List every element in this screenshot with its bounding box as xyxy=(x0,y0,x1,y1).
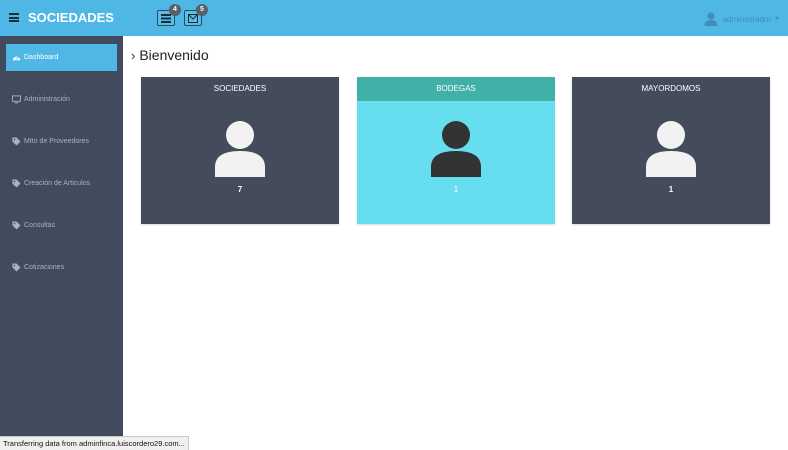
sidebar-item-administracion[interactable]: Administración xyxy=(6,86,117,113)
tag-icon xyxy=(12,221,21,230)
tag-icon xyxy=(12,263,21,272)
sidebar-item-label: Consultas xyxy=(24,222,56,229)
user-avatar-icon xyxy=(431,121,481,177)
card-title: BODEGAS xyxy=(357,77,555,101)
sidebar-item-dashboard[interactable]: Dashboard xyxy=(6,44,117,71)
tag-icon xyxy=(12,137,21,146)
sidebar-item-label: Mtto de Proveedores xyxy=(24,138,89,145)
card-body: 1 xyxy=(572,101,770,224)
browser-status-bar: Transferring data from adminfinca.luisco… xyxy=(0,436,189,450)
card-sociedades[interactable]: SOCIEDADES 7 xyxy=(141,77,339,224)
card-title: MAYORDOMOS xyxy=(572,77,770,101)
top-navbar: SOCIEDADES 4 5 administrador ▼ xyxy=(0,0,788,36)
card-mayordomos[interactable]: MAYORDOMOS 1 xyxy=(572,77,770,224)
page-title-text: Bienvenido xyxy=(139,47,209,63)
user-name: administrador xyxy=(722,14,772,24)
card-bodegas[interactable]: BODEGAS 1 xyxy=(357,77,555,224)
card-count: 1 xyxy=(453,185,459,194)
card-body: 7 xyxy=(141,101,339,224)
caret-down-icon: ▼ xyxy=(774,16,780,22)
sidebar-item-label: Cotizaciones xyxy=(24,264,65,271)
tag-icon xyxy=(12,179,21,188)
brand-logo[interactable]: SOCIEDADES xyxy=(28,10,114,25)
dashboard-icon xyxy=(12,56,21,61)
user-avatar-icon xyxy=(646,121,696,177)
card-count: 7 xyxy=(237,185,243,194)
sidebar-item-label: Administración xyxy=(24,96,70,103)
chevron-right-icon: › xyxy=(131,47,136,63)
envelope-icon xyxy=(188,14,198,23)
sidebar-item-consultas[interactable]: Consultas xyxy=(6,212,117,239)
user-menu[interactable]: administrador ▼ xyxy=(704,10,780,28)
page-title: › Bienvenido xyxy=(131,47,209,63)
tasks-icon xyxy=(161,14,171,23)
messages-notification-button[interactable]: 5 xyxy=(184,4,208,26)
sidebar-item-label: Dashboard xyxy=(24,54,59,61)
sidebar-item-label: Creación de Articulos xyxy=(24,180,91,187)
menu-toggle-icon[interactable] xyxy=(9,13,19,22)
tasks-notification-button[interactable]: 4 xyxy=(157,4,181,26)
desktop-icon xyxy=(12,95,21,104)
sidebar-item-articulos[interactable]: Creación de Articulos xyxy=(6,170,117,197)
card-body: 1 xyxy=(357,101,555,224)
messages-count-badge: 5 xyxy=(196,4,208,16)
sidebar-item-proveedores[interactable]: Mtto de Proveedores xyxy=(6,128,117,155)
card-title: SOCIEDADES xyxy=(141,77,339,101)
sidebar: Dashboard Administración Mtto de Proveed… xyxy=(0,36,123,450)
user-icon xyxy=(704,12,718,26)
user-avatar-icon xyxy=(215,121,265,177)
card-count: 1 xyxy=(668,185,674,194)
sidebar-item-cotizaciones[interactable]: Cotizaciones xyxy=(6,254,117,281)
tasks-count-badge: 4 xyxy=(169,4,181,16)
